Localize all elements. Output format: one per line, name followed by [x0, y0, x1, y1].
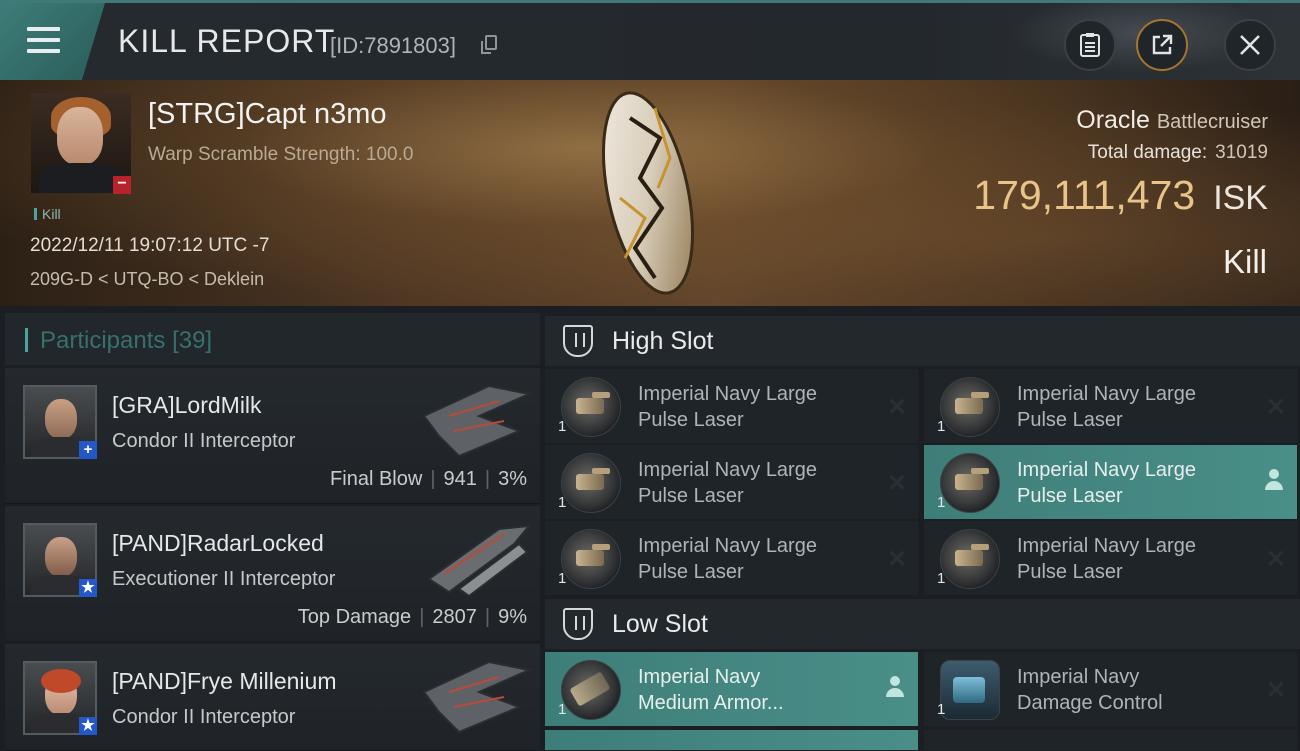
clipboard-button[interactable]: [1064, 19, 1116, 71]
high-slot-icon: [563, 325, 593, 357]
module-name: Imperial Navy Large Pulse Laser: [638, 535, 817, 583]
damage-control-icon: [940, 660, 1000, 720]
low-slot-icon: [563, 608, 593, 640]
module-item-partial[interactable]: [545, 730, 918, 750]
person-icon: [886, 676, 904, 698]
module-name: Imperial Navy Damage Control: [1017, 666, 1163, 714]
module-quantity: 1: [937, 494, 946, 511]
destroyed-x-icon: ✕: [1265, 394, 1286, 421]
external-link-icon: [1152, 34, 1173, 55]
module-quantity: 1: [937, 570, 946, 587]
participant-stats: Top Damage | 2807 | 9%: [297, 606, 527, 628]
victim-banner: − [STRG]Capt n3mo Warp Scramble Strength…: [0, 80, 1300, 306]
participant-ship-image: [422, 660, 533, 734]
module-name: Imperial Navy Large Pulse Laser: [1017, 459, 1196, 507]
pulse-laser-icon: [940, 529, 1000, 589]
destroyed-x-icon: ✕: [1265, 546, 1286, 573]
module-quantity: 1: [558, 494, 567, 511]
share-button[interactable]: [1136, 19, 1188, 71]
kill-tag: Kill: [34, 206, 61, 222]
participant-name: [GRA]LordMilk: [112, 392, 262, 418]
participant-ship: Condor II Interceptor: [112, 706, 296, 728]
module-name: Imperial Navy Large Pulse Laser: [1017, 535, 1196, 583]
participant-ship: Condor II Interceptor: [112, 430, 296, 452]
module-quantity: 1: [558, 418, 567, 435]
low-slot-header: Low Slot: [545, 599, 1300, 649]
participant-card[interactable]: + [GRA]LordMilk Condor II Interceptor Fi…: [5, 368, 540, 504]
module-item[interactable]: 1 Imperial Navy Large Pulse Laser ✕: [924, 369, 1297, 443]
module-name: Imperial Navy Medium Armor...: [638, 666, 784, 714]
module-quantity: 1: [558, 570, 567, 587]
destroyed-x-icon: ✕: [886, 394, 907, 421]
armor-repairer-icon: [561, 660, 621, 720]
participant-name: [PAND]RadarLocked: [112, 530, 324, 556]
pulse-laser-icon: [561, 529, 621, 589]
module-item-dropped[interactable]: 1 Imperial Navy Large Pulse Laser: [924, 445, 1297, 519]
module-quantity: 1: [937, 418, 946, 435]
module-quantity: 1: [558, 701, 567, 718]
module-item[interactable]: 1 Imperial Navy Damage Control ✕: [924, 652, 1297, 726]
destroyed-x-icon: ✕: [886, 470, 907, 497]
page-title: KILL REPORT: [118, 23, 336, 59]
high-slot-label: High Slot: [612, 327, 714, 355]
ally-badge-icon: +: [79, 441, 97, 459]
enemy-badge-icon: −: [113, 176, 131, 194]
result-label: Kill: [1222, 243, 1267, 280]
victim-ship-name: Oracle Battlecruiser: [1076, 106, 1268, 134]
report-id: [ID:7891803]: [330, 33, 456, 58]
pulse-laser-icon: [940, 453, 1000, 513]
close-icon: [1240, 35, 1260, 55]
kill-datetime: 2022/12/11 19:07:12 UTC -7: [30, 235, 270, 256]
participant-ship-image: [422, 384, 533, 458]
module-item[interactable]: 1 Imperial Navy Large Pulse Laser ✕: [545, 369, 918, 443]
victim-name[interactable]: [STRG]Capt n3mo: [148, 98, 387, 131]
module-name: Imperial Navy Large Pulse Laser: [1017, 383, 1196, 431]
destroyed-x-icon: ✕: [886, 546, 907, 573]
kill-location: 209G-D < UTQ-BO < Deklein: [30, 269, 265, 289]
pulse-laser-icon: [940, 377, 1000, 437]
star-badge-icon: ★: [79, 717, 97, 735]
menu-button[interactable]: [0, 3, 105, 80]
clipboard-icon: [1080, 33, 1100, 57]
participant-card[interactable]: ★ [PAND]RadarLocked Executioner II Inter…: [5, 506, 540, 642]
pulse-laser-icon: [561, 377, 621, 437]
module-item-dropped[interactable]: 1 Imperial Navy Medium Armor...: [545, 652, 918, 726]
participant-name: [PAND]Frye Millenium: [112, 668, 337, 694]
total-damage: Total damage: 31019: [1087, 142, 1268, 163]
module-item[interactable]: 1 Imperial Navy Large Pulse Laser ✕: [545, 445, 918, 519]
participant-stats: Final Blow | 941 | 3%: [330, 468, 527, 490]
participant-ship-image: [427, 524, 532, 598]
module-item[interactable]: 1 Imperial Navy Large Pulse Laser ✕: [545, 521, 918, 595]
participants-header[interactable]: Participants [39]: [5, 313, 540, 365]
module-item-partial[interactable]: [924, 730, 1297, 750]
module-name: Imperial Navy Large Pulse Laser: [638, 383, 817, 431]
module-name: Imperial Navy Large Pulse Laser: [638, 459, 817, 507]
top-bar: KILL REPORT [ID:7891803]: [0, 0, 1300, 80]
participants-count: [39]: [172, 327, 213, 354]
destroyed-x-icon: ✕: [1265, 677, 1286, 704]
warp-scramble-strength: Warp Scramble Strength: 100.0: [148, 144, 414, 165]
copy-icon[interactable]: [481, 35, 497, 54]
high-slot-header: High Slot: [545, 316, 1300, 366]
participant-ship: Executioner II Interceptor: [112, 568, 336, 590]
participant-card[interactable]: ★ [PAND]Frye Millenium Condor II Interce…: [5, 644, 540, 751]
star-badge-icon: ★: [79, 579, 97, 597]
pulse-laser-icon: [561, 453, 621, 513]
participants-label: Participants: [40, 327, 166, 354]
person-icon: [1265, 469, 1283, 491]
isk-value: 179,111,473 ISK: [973, 172, 1268, 218]
victim-ship-image[interactable]: [600, 88, 695, 298]
low-slot-label: Low Slot: [612, 610, 708, 638]
module-item[interactable]: 1 Imperial Navy Large Pulse Laser ✕: [924, 521, 1297, 595]
close-button[interactable]: [1224, 19, 1276, 71]
module-quantity: 1: [937, 701, 946, 718]
